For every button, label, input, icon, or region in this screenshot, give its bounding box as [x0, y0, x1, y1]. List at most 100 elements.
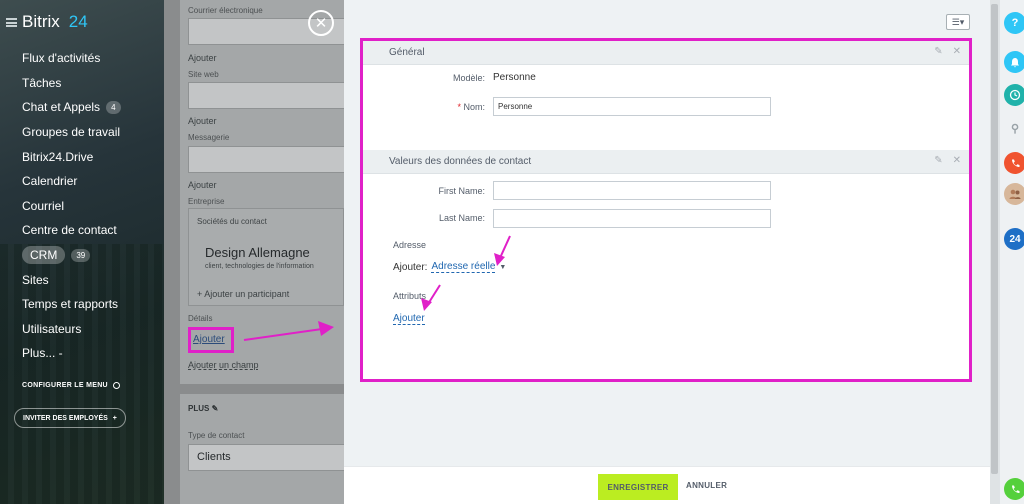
- gear-icon: [112, 382, 120, 389]
- close-slider-button[interactable]: ✕: [308, 10, 334, 36]
- bitrix24-icon[interactable]: 24: [1004, 228, 1024, 250]
- sidebar-item-label: Flux d'activités: [22, 51, 101, 66]
- bitrix24-glyph: 24: [1009, 233, 1021, 245]
- clock-icon: [1009, 89, 1021, 101]
- sidebar-item-calendar[interactable]: Calendrier: [22, 169, 121, 194]
- menu-icon[interactable]: [6, 17, 17, 27]
- model-label: Modèle:: [452, 73, 485, 83]
- first-name-input[interactable]: [493, 181, 771, 200]
- contact-type-label: Type de contact: [188, 431, 245, 440]
- sidebar-item-drive[interactable]: Bitrix24.Drive: [22, 144, 121, 169]
- bell-icon: [1011, 57, 1019, 67]
- sidebar-item-tasks[interactable]: Tâches: [22, 71, 121, 96]
- sidebar-item-crm[interactable]: CRM 39: [22, 243, 121, 268]
- add-email-link[interactable]: Ajouter: [188, 53, 217, 63]
- pencil-icon[interactable]: ✎: [934, 155, 942, 166]
- counter-badge: 39: [71, 248, 91, 262]
- invite-label: INVITER DES EMPLOYÉS: [23, 414, 108, 422]
- pencil-icon[interactable]: ✎: [934, 46, 942, 57]
- sidebar-item-label: Temps et rapports: [22, 297, 119, 312]
- section-general-header: Général ✎ ✕: [363, 41, 969, 65]
- close-icon: ✕: [314, 14, 328, 32]
- sidebar-item-label: Courriel: [22, 198, 65, 213]
- address-type-dropdown[interactable]: Adresse réelle: [431, 261, 496, 273]
- left-sidebar: Bitrix 24 Flux d'activités Tâches Chat et…: [0, 0, 164, 504]
- close-icon[interactable]: ✕: [953, 155, 961, 166]
- messenger-field[interactable]: [188, 146, 348, 173]
- handset-icon: [1011, 159, 1019, 167]
- save-button[interactable]: ENREGISTRER: [598, 474, 678, 500]
- brand[interactable]: Bitrix 24: [6, 12, 88, 32]
- sidebar-item-chat[interactable]: Chat et Appels 4: [22, 95, 121, 120]
- configure-menu-label: CONFIGURER LE MENU: [22, 382, 108, 389]
- configure-menu-button[interactable]: CONFIGURER LE MENU: [22, 382, 120, 389]
- sidebar-item-sites[interactable]: Sites: [22, 267, 121, 292]
- panel-scrollbar[interactable]: [990, 0, 999, 504]
- sidebar-item-contact-center[interactable]: Centre de contact: [22, 218, 121, 243]
- sidebar-item-feed[interactable]: Flux d'activités: [22, 46, 121, 71]
- sidebar-item-time-reports[interactable]: Temps et rapports: [22, 292, 121, 317]
- cancel-button[interactable]: ANNULER: [686, 481, 727, 490]
- email-label: Courrier électronique: [188, 6, 263, 15]
- section-general-actions: ✎ ✕: [934, 46, 961, 57]
- people-icon: [1009, 189, 1021, 199]
- chevron-down-icon[interactable]: ▼: [499, 264, 506, 271]
- website-label: Site web: [188, 70, 219, 79]
- call-button-icon[interactable]: [1004, 478, 1024, 500]
- requisite-slider-panel: ☰▾ Général ✎ ✕ Modèle: Personne * Nom: P…: [344, 0, 990, 504]
- plus-icon: +: [112, 414, 117, 422]
- company-label: Entreprise: [188, 197, 225, 206]
- add-website-link[interactable]: Ajouter: [188, 116, 217, 126]
- timeman-icon[interactable]: [1004, 84, 1024, 106]
- address-add-label: Ajouter:: [393, 261, 428, 273]
- add-participant-link[interactable]: + Ajouter un participant: [197, 289, 289, 299]
- name-label-text: Nom:: [463, 102, 485, 112]
- add-attribute-link[interactable]: Ajouter: [393, 313, 425, 325]
- highlighted-editor-frame: Général ✎ ✕ Modèle: Personne * Nom: Pers…: [360, 38, 972, 382]
- brand-name: Bitrix: [22, 12, 60, 31]
- details-label: Détails: [188, 314, 213, 323]
- close-icon[interactable]: ✕: [953, 46, 961, 57]
- search-icon[interactable]: ⚲: [1004, 117, 1024, 139]
- section-contact-title: Valeurs des données de contact: [389, 156, 532, 167]
- address-label: Adresse: [393, 240, 427, 250]
- last-name-input[interactable]: [493, 209, 771, 228]
- scrollbar-thumb[interactable]: [991, 4, 998, 474]
- brand-number: 24: [68, 12, 88, 31]
- sidebar-item-mail[interactable]: Courriel: [22, 194, 121, 219]
- handset-icon: [1011, 485, 1019, 493]
- sidebar-item-label: Plus... -: [22, 346, 63, 361]
- companies-header: Sociétés du contact: [197, 217, 267, 226]
- sidebar-item-more[interactable]: Plus... -: [22, 341, 121, 366]
- name-input[interactable]: Personne: [493, 97, 771, 116]
- pencil-icon[interactable]: ✎: [212, 404, 219, 413]
- sidebar-nav: Flux d'activités Tâches Chat et Appels 4 …: [22, 46, 121, 366]
- right-rail: ? ⚲ 24: [999, 0, 1024, 504]
- sidebar-item-label: Sites: [22, 272, 49, 287]
- sidebar-item-label: Utilisateurs: [22, 321, 82, 336]
- details-add-link[interactable]: Ajouter: [193, 334, 225, 345]
- settings-menu-button[interactable]: ☰▾: [946, 14, 970, 30]
- add-messenger-link[interactable]: Ajouter: [188, 180, 217, 190]
- help-icon[interactable]: ?: [1004, 12, 1024, 34]
- messenger-label: Messagerie: [188, 133, 230, 142]
- notification-bell-icon[interactable]: [1004, 51, 1024, 73]
- contact-type-field[interactable]: Clients: [188, 444, 348, 471]
- sidebar-item-users[interactable]: Utilisateurs: [22, 317, 121, 342]
- avatar[interactable]: [1004, 183, 1024, 205]
- plus-section-title: PLUS ✎: [188, 404, 218, 413]
- company-box: Sociétés du contact Design Allemagne cli…: [188, 208, 344, 306]
- section-general-title: Général: [389, 47, 425, 58]
- sidebar-item-label: Calendrier: [22, 174, 78, 189]
- sidebar-item-label: Groupes de travail: [22, 125, 121, 140]
- sidebar-item-workgroups[interactable]: Groupes de travail: [22, 120, 121, 145]
- invite-employees-button[interactable]: INVITER DES EMPLOYÉS +: [14, 408, 126, 428]
- add-field-link[interactable]: Ajouter un champ: [188, 360, 259, 370]
- sidebar-item-label: Tâches: [22, 75, 62, 90]
- plus-section-label: PLUS: [188, 404, 210, 413]
- company-name[interactable]: Design Allemagne: [205, 245, 310, 260]
- sidebar-item-label: Bitrix24.Drive: [22, 149, 94, 164]
- phone-icon[interactable]: [1004, 152, 1024, 174]
- website-field[interactable]: [188, 82, 348, 109]
- sidebar-item-label: Chat et Appels: [22, 100, 101, 115]
